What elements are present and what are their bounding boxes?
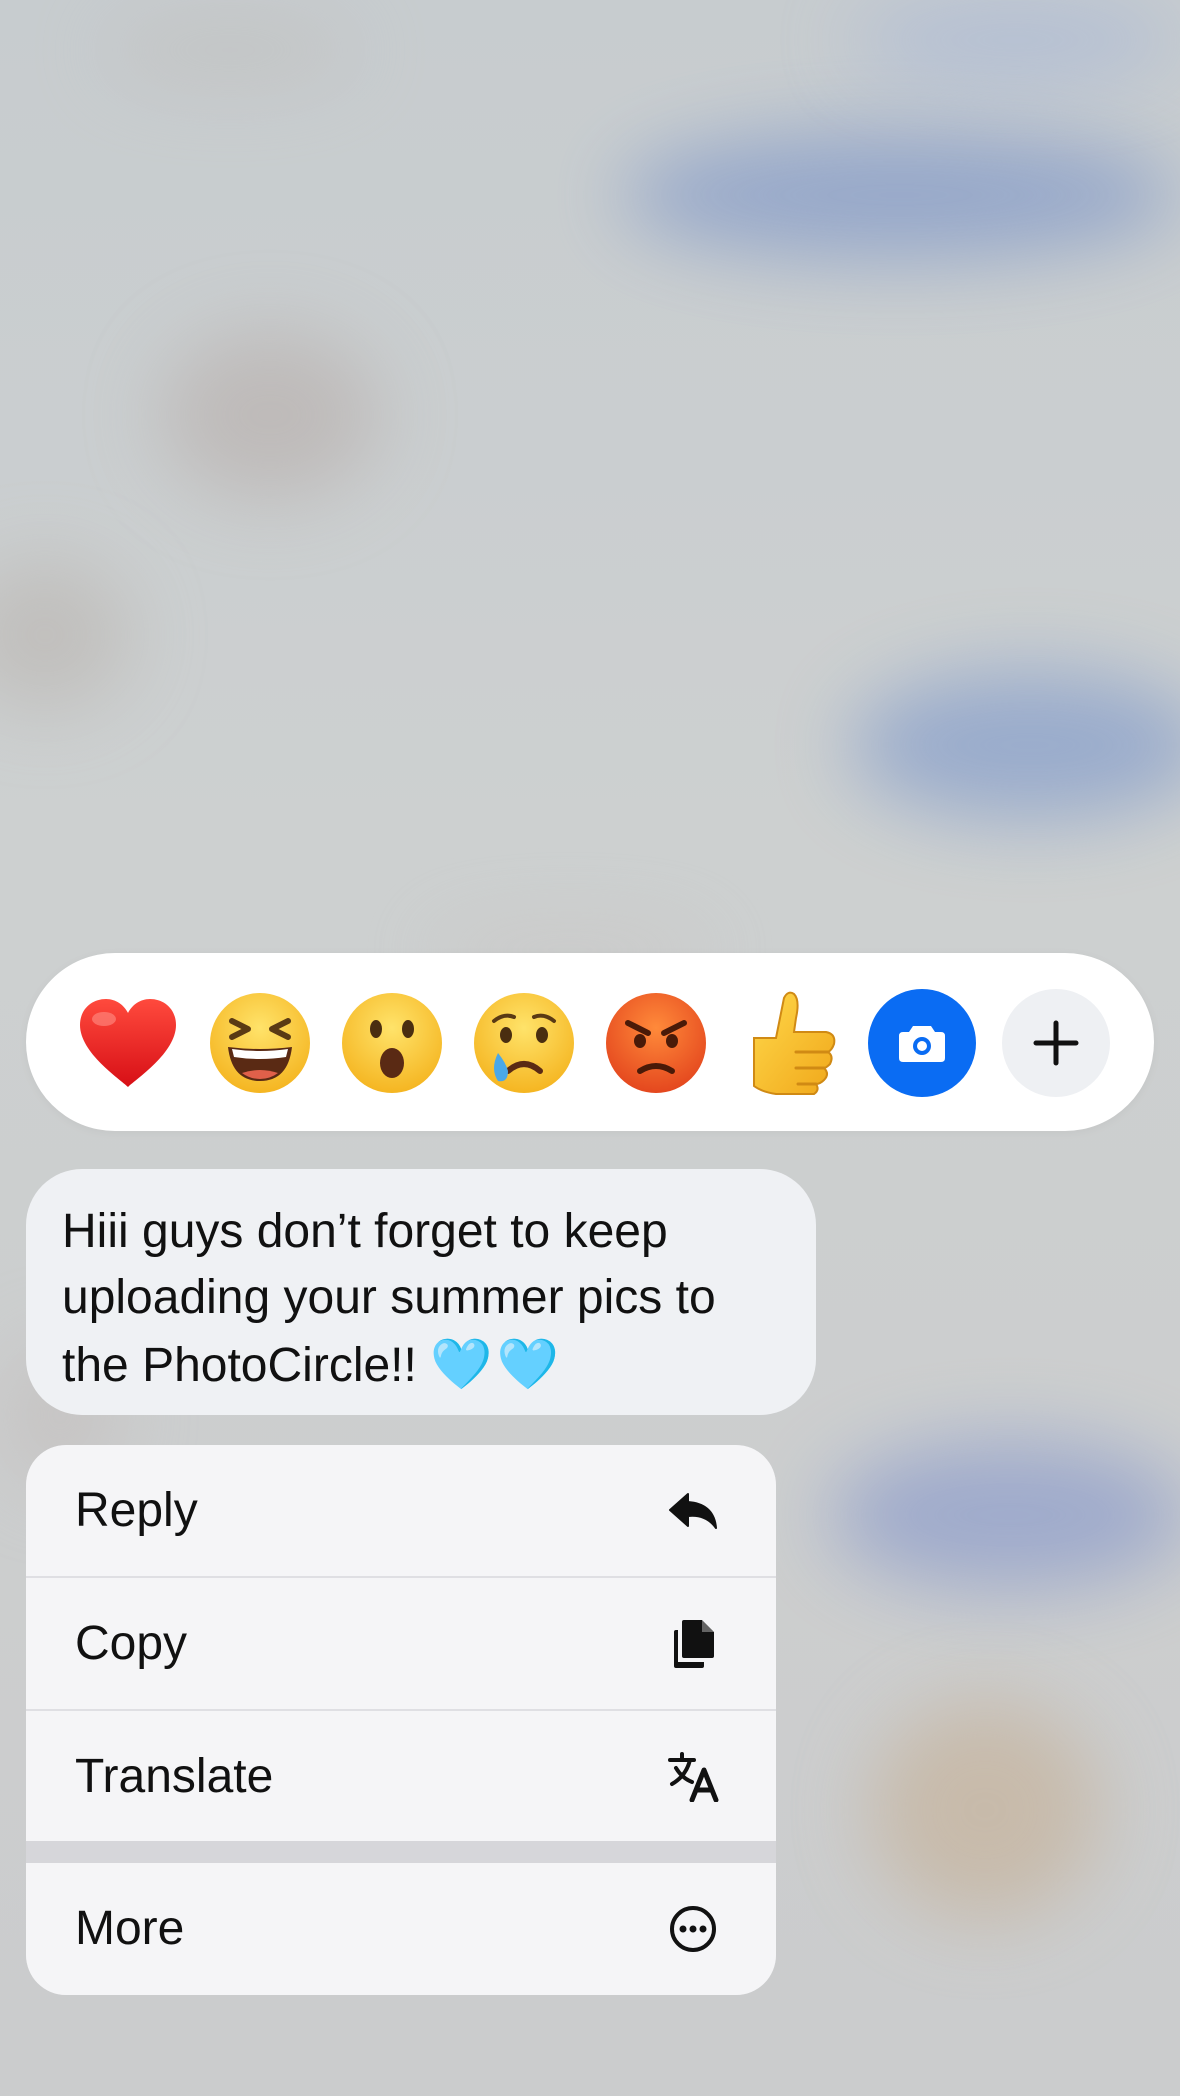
thumbs-up-icon (753, 991, 836, 1095)
menu-item-label: Translate (75, 1750, 274, 1803)
surprised-face-icon (342, 993, 442, 1093)
menu-item-label: More (75, 1902, 185, 1955)
menu-item-reply[interactable]: Reply (26, 1445, 776, 1576)
menu-item-copy[interactable]: Copy (26, 1578, 776, 1709)
menu-group-secondary: More (26, 1863, 776, 1995)
message-text: Hiii guys don’t forget to keep uploading… (62, 1199, 780, 1399)
bg-blob (850, 670, 1180, 820)
bg-blob (160, 330, 380, 500)
more-icon (664, 1900, 722, 1958)
message-bubble: Hiii guys don’t forget to keep uploading… (26, 1169, 816, 1415)
menu-item-label: Copy (75, 1617, 188, 1670)
reaction-bar (26, 953, 1154, 1131)
camera-reaction-button[interactable] (868, 989, 976, 1097)
menu-item-label: Reply (75, 1484, 198, 1537)
bg-blob (0, 560, 130, 710)
reaction-laughing[interactable] (207, 990, 313, 1096)
context-menu: Reply Copy Translate More (26, 1445, 776, 1995)
menu-item-more[interactable]: More (26, 1863, 776, 1994)
plus-icon (1033, 1020, 1079, 1066)
bg-blob (620, 130, 1180, 260)
message-body: Hiii guys don’t forget to keep uploading… (62, 1205, 716, 1392)
bg-blob (870, 1700, 1100, 1920)
copy-icon (664, 1615, 722, 1673)
bg-blob (850, 0, 1180, 80)
menu-group-primary: Reply Copy Translate (26, 1445, 776, 1841)
laughing-face-icon (210, 993, 310, 1093)
camera-icon (899, 1026, 945, 1062)
add-reaction-button[interactable] (1002, 989, 1110, 1097)
reply-icon (664, 1482, 722, 1540)
message-emoji: 🩵🩵 (430, 1335, 563, 1393)
bg-blob (100, 10, 360, 90)
heart-icon (80, 999, 176, 1087)
menu-item-translate[interactable]: Translate (26, 1711, 776, 1842)
angry-face-icon (606, 993, 706, 1093)
bg-blob (830, 1440, 1180, 1590)
reaction-angry[interactable] (603, 990, 709, 1096)
reaction-thumbs-up[interactable] (735, 990, 841, 1096)
translate-icon (664, 1748, 722, 1806)
reaction-surprised[interactable] (339, 990, 445, 1096)
reaction-heart[interactable] (75, 990, 181, 1096)
crying-face-icon (474, 993, 574, 1093)
reaction-crying[interactable] (471, 990, 577, 1096)
